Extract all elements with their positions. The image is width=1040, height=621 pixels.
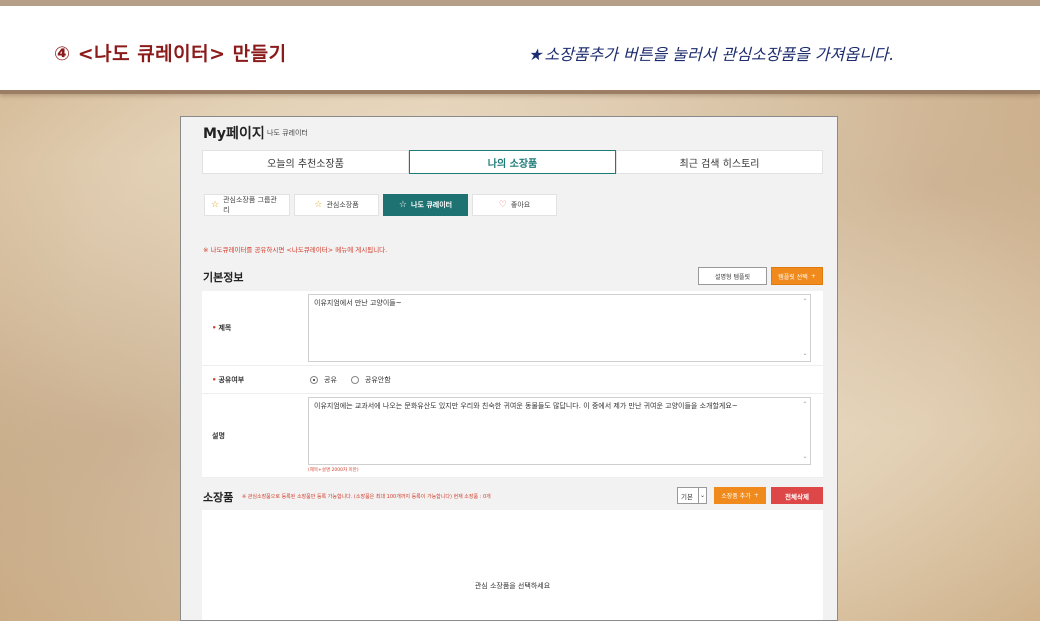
plus-icon: + — [753, 492, 759, 499]
basic-info-form: • 제목 이유지엄에서 만난 고양이들~ ⌃ ⌄ • 공유여부 공유 공유안함 … — [202, 291, 823, 478]
star-outline-icon: ☆ — [314, 200, 323, 210]
description-input[interactable]: 이유지엄에는 교과서에 나오는 문화유산도 있지만 우리와 친숙한 귀여운 동물… — [308, 397, 811, 465]
tab-search-history[interactable]: 최근 검색 히스토리 — [616, 150, 823, 174]
scrollbar[interactable]: ⌃ ⌄ — [802, 298, 808, 358]
add-item-button[interactable]: 소장품 추가 + — [714, 487, 766, 504]
collection-empty-area: 관심 소장품을 선택하세요 — [202, 510, 823, 620]
subtab-label: 관심소장품 — [326, 201, 359, 209]
share-off-radio[interactable]: 공유안함 — [350, 375, 391, 385]
subtab-curator[interactable]: ☆ 나도 큐레이터 — [383, 194, 468, 216]
template-select-button[interactable]: 템플릿 선택 + — [771, 267, 823, 285]
template-select-label: 템플릿 선택 — [778, 273, 808, 281]
share-notice: ※ 나도큐레이터를 공유하시면 <나도큐레이터> 메뉴에 게시됩니다. — [203, 246, 388, 254]
title-input[interactable]: 이유지엄에서 만난 고양이들~ ⌃ ⌄ — [308, 294, 811, 362]
sort-select-value: 기본 — [681, 492, 693, 501]
header-banner: ④ <나도 큐레이터> 만들기 ★ 소장품추가 버튼을 눌러서 관심소장품을 가져… — [0, 0, 1040, 94]
subtab-group-manage[interactable]: ☆ 관심소장품 그룹관리 — [204, 194, 290, 216]
main-tabs: 오늘의 추천소장품 나의 소장품 최근 검색 히스토리 — [202, 150, 823, 174]
subtab-likes[interactable]: ♡ 좋아요 — [472, 194, 557, 216]
scrollbar[interactable]: ⌃ ⌄ — [802, 401, 808, 461]
tab-recommended[interactable]: 오늘의 추천소장품 — [202, 150, 409, 174]
title-input-value: 이유지엄에서 만난 고양이들~ — [314, 299, 402, 307]
collection-header: 소장품 ※ 관심소장품으로 등록된 소장품만 등록 가능합니다. (소장품은 최… — [202, 486, 823, 508]
description-row: 설명 이유지엄에는 교과서에 나오는 문화유산도 있지만 우리와 친숙한 귀여운… — [202, 394, 823, 478]
title-field-wrap: 이유지엄에서 만난 고양이들~ ⌃ ⌄ — [305, 291, 823, 365]
desc-label: 설명 — [202, 394, 305, 477]
mypage-screenshot: My페이지 나도 큐레이터 오늘의 추천소장품 나의 소장품 최근 검색 히스토… — [180, 116, 838, 621]
hint-text-block: ★ 소장품추가 버튼을 눌러서 관심소장품을 가져옵니다. — [528, 41, 894, 65]
share-label-text: 공유여부 — [218, 375, 245, 384]
radio-empty-icon — [350, 375, 359, 384]
star-outline-icon: ☆ — [398, 200, 407, 210]
subtab-favorites[interactable]: ☆ 관심소장품 — [294, 194, 379, 216]
subtab-label: 나도 큐레이터 — [411, 201, 453, 209]
subtab-label: 좋아요 — [510, 201, 531, 209]
plus-icon: + — [810, 272, 816, 280]
share-on-label: 공유 — [324, 375, 337, 384]
collection-note: ※ 관심소장품으로 등록된 소장품만 등록 가능합니다. (소장품은 최대 10… — [242, 494, 491, 500]
char-counter: (제목+설명 2000자 미만) — [308, 468, 359, 473]
title-row: • 제목 이유지엄에서 만난 고양이들~ ⌃ ⌄ — [202, 291, 823, 366]
hint-text: 소장품추가 버튼을 눌러서 관심소장품을 가져옵니다. — [544, 45, 894, 64]
share-row: • 공유여부 공유 공유안함 — [202, 366, 823, 394]
share-radio-group: 공유 공유안함 — [308, 369, 811, 390]
step-title: ④ <나도 큐레이터> 만들기 — [54, 43, 287, 65]
share-label: • 공유여부 — [202, 366, 305, 393]
required-mark: • — [212, 375, 217, 384]
radio-selected-icon — [310, 375, 318, 384]
desc-label-text: 설명 — [212, 431, 225, 440]
star-outline-icon: ☆ — [211, 200, 220, 210]
heart-icon: ♡ — [498, 200, 507, 210]
breadcrumb: 나도 큐레이터 — [261, 128, 308, 138]
required-mark: • — [212, 324, 217, 332]
title-label: • 제목 — [202, 291, 305, 365]
basic-info-heading: 기본정보 — [203, 271, 244, 284]
star-icon: ★ — [528, 45, 543, 64]
sort-select[interactable]: 기본 ⌄ — [677, 487, 707, 504]
subtab-label: 관심소장품 그룹관리 — [223, 196, 277, 214]
desc-input-value: 이유지엄에는 교과서에 나오는 문화유산도 있지만 우리와 친숙한 귀여운 동물… — [314, 402, 738, 410]
tab-my-collection[interactable]: 나의 소장품 — [409, 150, 616, 174]
page-title: My페이지 — [203, 126, 265, 142]
add-item-label: 소장품 추가 — [721, 493, 751, 500]
title-label-text: 제목 — [218, 324, 232, 332]
share-off-label: 공유안함 — [364, 375, 391, 384]
chevron-down-icon: ⌄ — [698, 488, 706, 503]
share-on-radio[interactable]: 공유 — [310, 375, 337, 385]
description-template-button[interactable]: 설명형 템플릿 — [698, 267, 767, 285]
desc-field-wrap: 이유지엄에는 교과서에 나오는 문화유산도 있지만 우리와 친숙한 귀여운 동물… — [305, 394, 823, 477]
collection-heading: 소장품 — [203, 491, 234, 504]
sub-tabs: ☆ 관심소장품 그룹관리 ☆ 관심소장품 ☆ 나도 큐레이터 ♡ 좋아요 — [204, 194, 557, 216]
share-field: 공유 공유안함 — [305, 366, 823, 393]
empty-message: 관심 소장품을 선택하세요 — [474, 582, 551, 590]
delete-all-button[interactable]: 전체삭제 — [771, 487, 823, 504]
